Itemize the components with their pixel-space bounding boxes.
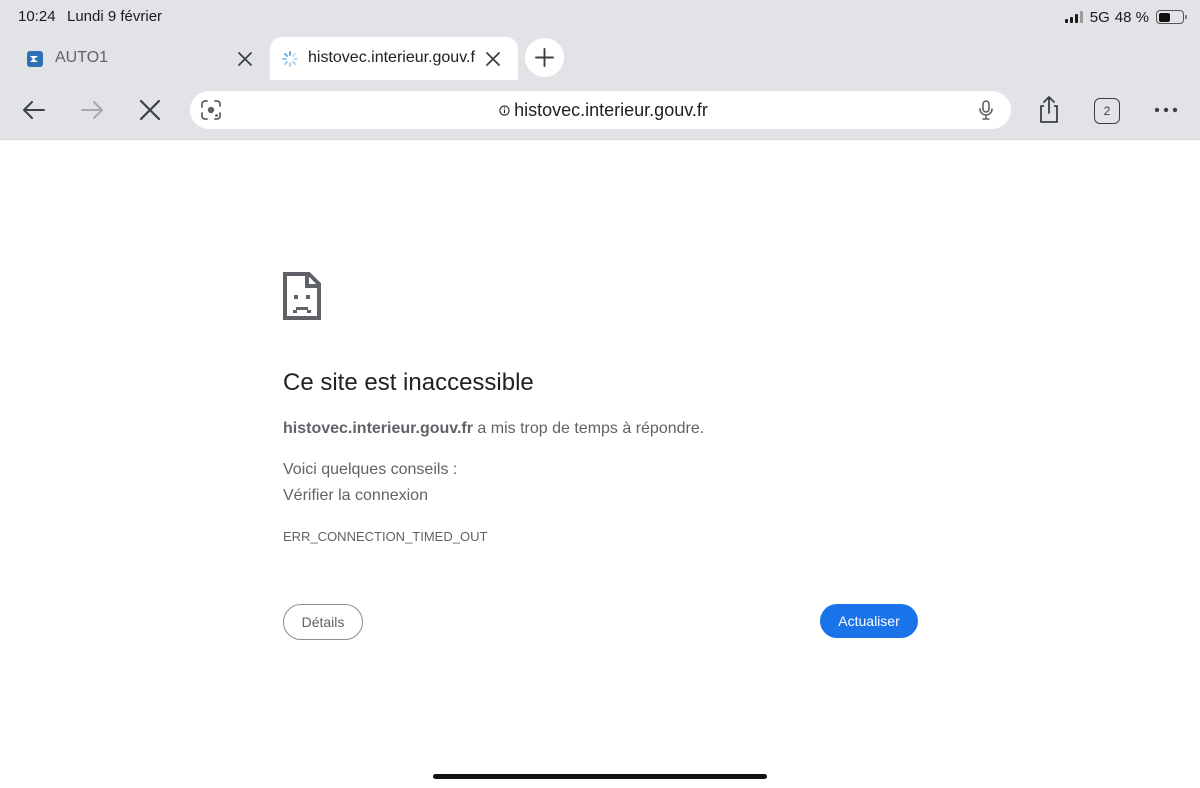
toolbar-divider	[0, 139, 1200, 140]
address-bar[interactable]: histovec.interieur.gouv.fr	[190, 91, 1011, 129]
details-button[interactable]: Détails	[283, 604, 363, 640]
status-indicators: 5G 48 %	[1064, 7, 1187, 27]
battery-percentage: 48 %	[1114, 8, 1149, 26]
new-tab-plus-icon[interactable]	[525, 38, 564, 77]
error-description: histovec.interieur.gouv.fr a mis trop de…	[283, 420, 704, 438]
info-icon[interactable]	[499, 104, 510, 116]
error-message: a mis trop de temps à répondre.	[472, 420, 705, 437]
close-icon[interactable]	[234, 48, 256, 70]
error-title: Ce site est inaccessible	[283, 369, 534, 396]
home-indicator[interactable]	[433, 774, 767, 779]
tab-title: histovec.interieur.gouv.fr	[308, 49, 476, 66]
forward-arrow-icon[interactable]	[74, 92, 110, 128]
stop-loading-icon[interactable]	[132, 92, 168, 128]
battery-icon	[1156, 10, 1187, 24]
network-type: 5G	[1089, 8, 1110, 26]
microphone-icon[interactable]	[975, 99, 997, 121]
reload-button[interactable]: Actualiser	[820, 604, 918, 638]
tip-check-connection: Vérifier la connexion	[283, 487, 428, 504]
google-lens-icon[interactable]	[199, 98, 223, 122]
loading-spinner-icon	[282, 51, 298, 67]
back-arrow-icon[interactable]	[16, 92, 52, 128]
close-icon[interactable]	[482, 48, 504, 70]
tab-auto1[interactable]: AUTO1	[12, 37, 266, 80]
share-icon[interactable]	[1031, 92, 1067, 128]
error-host: histovec.interieur.gouv.fr	[283, 420, 473, 437]
cellular-signal-icon	[1064, 11, 1083, 23]
status-time: 10:24	[18, 8, 56, 25]
more-options-icon[interactable]	[1148, 92, 1184, 128]
battery-fill	[1158, 12, 1170, 22]
status-date: Lundi 9 février	[67, 8, 163, 25]
url-text: histovec.interieur.gouv.fr	[514, 99, 708, 120]
sad-page-icon	[283, 272, 321, 320]
tab-title: AUTO1	[55, 49, 109, 66]
error-code: ERR_CONNECTION_TIMED_OUT	[283, 529, 488, 544]
tab-histovec[interactable]: histovec.interieur.gouv.fr	[270, 37, 518, 80]
tips-heading: Voici quelques conseils :	[283, 461, 458, 478]
tab-switcher-button[interactable]: 2	[1094, 98, 1120, 124]
auto1-logo-icon	[27, 51, 43, 67]
